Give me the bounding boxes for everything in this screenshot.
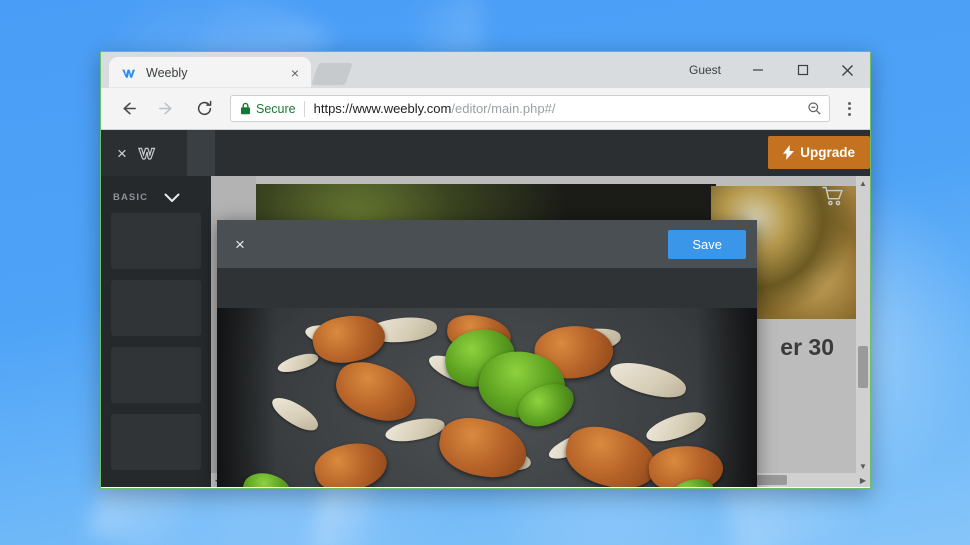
maximize-button[interactable] [780, 52, 825, 88]
browser-tab[interactable]: Weebly × [109, 57, 311, 88]
side-title[interactable]: er 30 [780, 334, 834, 361]
sidebar-element-tile[interactable] [111, 414, 201, 470]
shopping-cart-icon[interactable] [822, 186, 844, 211]
reload-button[interactable] [190, 95, 218, 123]
save-button[interactable]: Save [668, 229, 746, 259]
url-bar[interactable]: Secure https://www.weebly.com/editor/mai… [230, 95, 830, 122]
tab-title: Weebly [146, 65, 188, 80]
photo-editor-close-icon[interactable]: × [235, 236, 245, 253]
browser-toolbar: Secure https://www.weebly.com/editor/mai… [101, 88, 870, 130]
sidebar-element-tile[interactable] [111, 213, 201, 269]
page-viewport: × Upgrade BASIC er 30 ▲ ▼ ▶ × Save [101, 130, 870, 487]
browser-window: Weebly × Guest Secure https://www.weebly… [100, 51, 871, 489]
photo-preview[interactable] [217, 308, 757, 487]
zoom-out-icon[interactable] [803, 98, 825, 120]
weebly-nav-tab[interactable] [186, 130, 215, 176]
editor-sidebar: BASIC [101, 176, 211, 487]
lightning-bolt-icon [783, 145, 795, 160]
weebly-w-icon [122, 69, 135, 78]
weebly-topbar: × Upgrade [101, 130, 870, 176]
weebly-nav-tabs [186, 130, 215, 176]
pan-edge [217, 308, 277, 487]
profile-label[interactable]: Guest [689, 63, 721, 77]
lock-icon [240, 102, 251, 115]
scroll-up-arrow[interactable]: ▲ [856, 176, 870, 190]
upgrade-button[interactable]: Upgrade [768, 136, 870, 169]
sidebar-heading-row: BASIC [101, 186, 211, 213]
window-controls: Guest [689, 52, 870, 88]
tab-close-icon[interactable]: × [287, 65, 303, 81]
minimize-button[interactable] [735, 52, 780, 88]
url-text: https://www.weebly.com/editor/main.php#/ [314, 101, 803, 116]
sidebar-heading: BASIC [113, 192, 149, 203]
weebly-logo-icon[interactable] [137, 143, 161, 163]
chevron-down-icon[interactable] [164, 193, 180, 203]
photo-editor-modal: × Save [217, 220, 757, 487]
close-window-button[interactable] [825, 52, 870, 88]
secure-label: Secure [256, 101, 296, 116]
scroll-down-arrow[interactable]: ▼ [856, 459, 870, 473]
photo-editor-subbar [217, 268, 757, 308]
scroll-right-arrow[interactable]: ▶ [856, 476, 870, 485]
three-dot-menu-icon[interactable] [836, 94, 862, 124]
vertical-scroll-thumb[interactable] [858, 346, 868, 388]
editor-close-icon[interactable]: × [117, 145, 127, 162]
sidebar-element-tile[interactable] [111, 347, 201, 403]
url-scheme: https://www.weebly.com [313, 101, 452, 116]
omnibox-separator [303, 100, 305, 117]
sidebar-element-tile[interactable] [111, 280, 201, 336]
photo-editor-header: × Save [217, 220, 757, 268]
url-path: /editor/main.php#/ [451, 101, 556, 116]
vertical-scrollbar[interactable]: ▲ ▼ [856, 176, 870, 473]
back-button[interactable] [114, 95, 142, 123]
browser-titlebar: Weebly × Guest [101, 52, 870, 88]
new-tab-button[interactable] [311, 63, 353, 85]
forward-button[interactable] [152, 95, 180, 123]
upgrade-label: Upgrade [800, 145, 855, 160]
